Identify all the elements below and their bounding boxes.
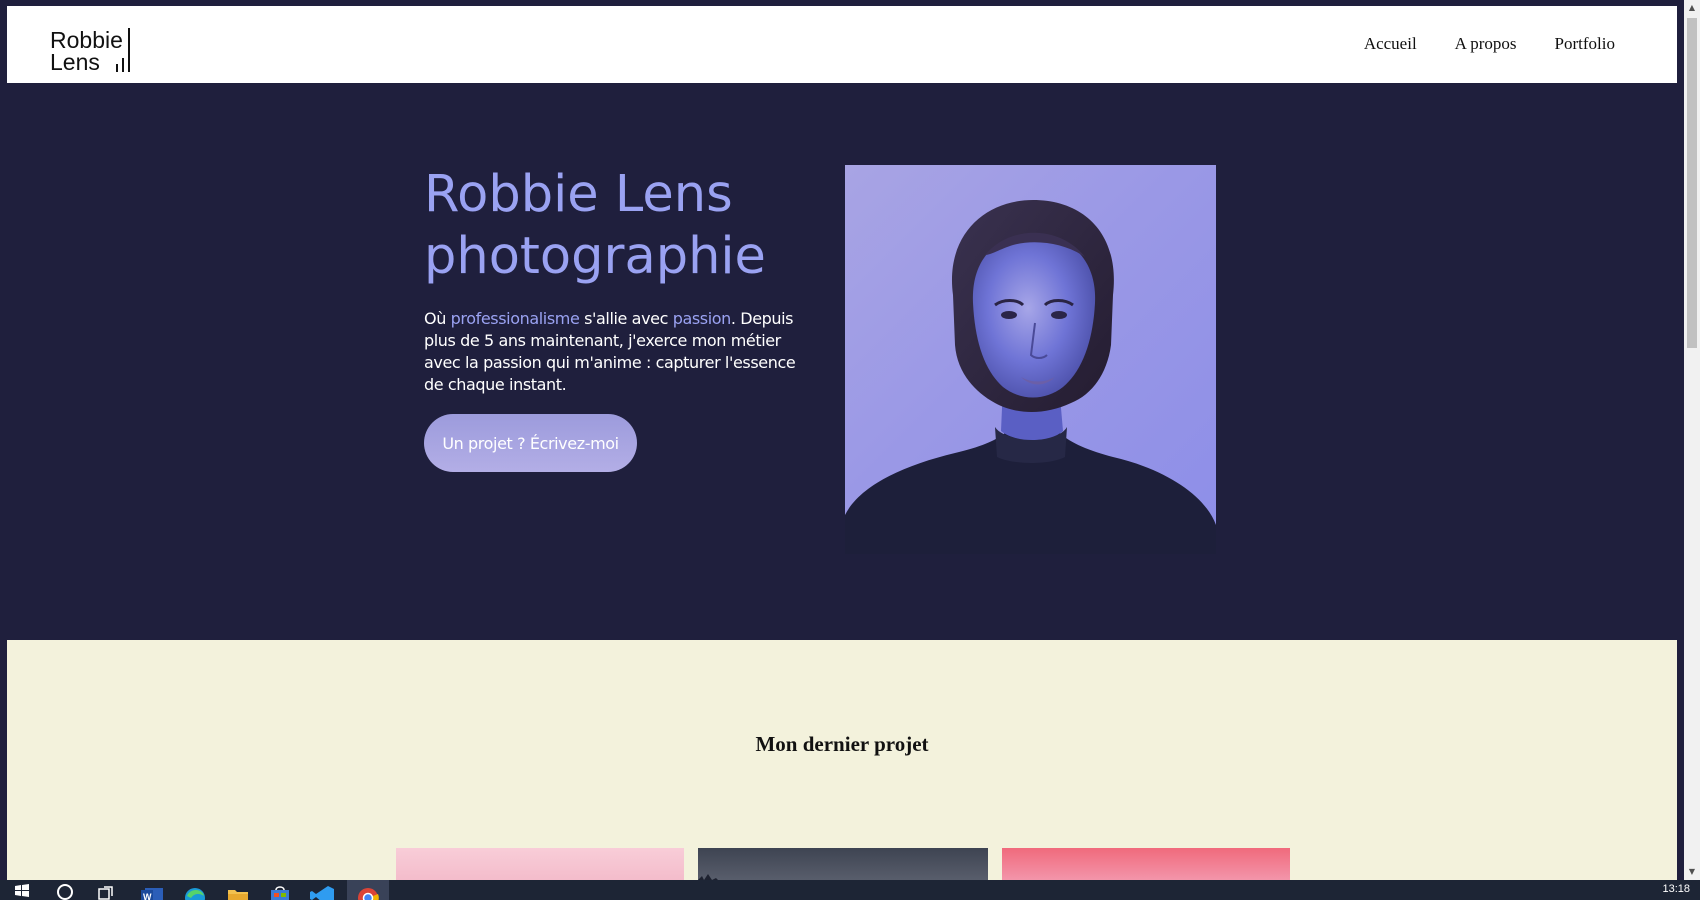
project-thumbnail-2[interactable] xyxy=(698,848,988,880)
hero-title-line-2: photographie xyxy=(424,227,766,286)
scroll-up-arrow-icon[interactable]: ▲ xyxy=(1684,0,1700,16)
taskbar-clock[interactable]: 13:18 xyxy=(1662,883,1690,895)
page: Robbie Lens Accueil A propos Portfolio R… xyxy=(0,0,1684,880)
vertical-scrollbar[interactable]: ▲ ▼ xyxy=(1684,0,1700,880)
hero-text-part-1: Où xyxy=(424,309,451,328)
chrome-icon[interactable] xyxy=(347,880,389,900)
hero-text-highlight-professionalisme: professionalisme xyxy=(450,309,580,328)
logo[interactable]: Robbie Lens xyxy=(50,24,140,74)
logo-line-2: Lens xyxy=(50,49,100,75)
project-thumbnail-3[interactable] xyxy=(1002,848,1290,880)
windows-taskbar: W 13:18 xyxy=(0,880,1700,900)
file-explorer-icon[interactable] xyxy=(217,880,259,900)
hero-text-part-2: s'allie avec xyxy=(579,309,673,328)
store-icon[interactable] xyxy=(259,880,301,900)
hero-text-highlight-passion: passion xyxy=(672,309,732,328)
windows-start-icon[interactable] xyxy=(0,880,42,900)
nav-link-portfolio[interactable]: Portfolio xyxy=(1555,34,1615,54)
nav-link-a-propos[interactable]: A propos xyxy=(1455,34,1517,54)
portrait-illustration xyxy=(845,200,1216,554)
hero-title: Robbie Lens photographie xyxy=(424,164,766,288)
top-navigation-bar: Robbie Lens Accueil A propos Portfolio xyxy=(7,6,1677,83)
vscode-icon[interactable] xyxy=(302,880,344,900)
portrait-photo xyxy=(845,165,1216,554)
project-thumbnail-1[interactable] xyxy=(396,848,684,880)
contact-cta-button[interactable]: Un projet ? Écrivez-moi xyxy=(424,414,637,472)
svg-text:W: W xyxy=(143,892,152,900)
logo-bars-mark xyxy=(116,52,136,72)
scroll-down-arrow-icon[interactable]: ▼ xyxy=(1684,864,1700,880)
edge-icon[interactable] xyxy=(174,880,216,900)
task-view-icon[interactable] xyxy=(86,880,128,900)
hero-title-line-1: Robbie Lens xyxy=(424,165,733,224)
nav-link-accueil[interactable]: Accueil xyxy=(1364,34,1417,54)
latest-project-section: Mon dernier projet xyxy=(7,640,1677,880)
thumbnail-skyline-silhouette xyxy=(698,874,718,880)
hero-description: Où professionalisme s'allie avec passion… xyxy=(424,308,804,396)
search-icon[interactable] xyxy=(44,880,86,900)
scrollbar-thumb[interactable] xyxy=(1687,18,1697,348)
latest-project-heading: Mon dernier projet xyxy=(755,732,929,756)
main-nav: Accueil A propos Portfolio xyxy=(1364,34,1615,54)
word-icon[interactable]: W xyxy=(131,880,173,900)
